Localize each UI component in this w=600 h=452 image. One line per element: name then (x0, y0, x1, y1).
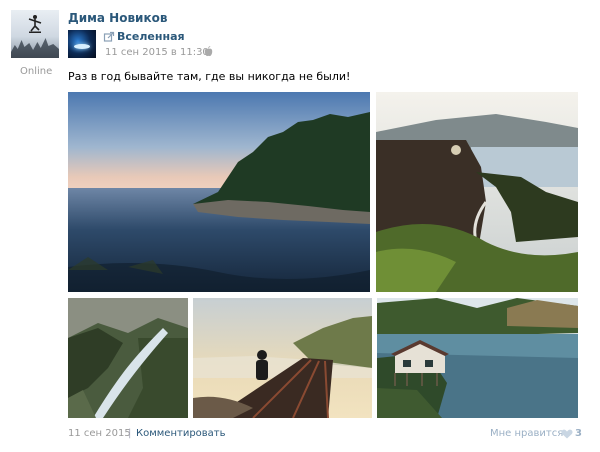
avatar-city-silhouette (11, 38, 59, 58)
comment-link[interactable]: Комментировать (136, 428, 226, 439)
coast-sunset-image (68, 92, 370, 292)
repost-icon (103, 31, 115, 42)
apple-icon (204, 46, 213, 57)
post-date[interactable]: 11 сен 2015 (68, 428, 131, 439)
online-status: Online (20, 66, 53, 77)
planet-icon (74, 44, 90, 49)
photo-river-forest[interactable] (68, 298, 188, 418)
like-button[interactable]: Мне нравится (490, 428, 563, 439)
like-count: 3 (575, 428, 582, 439)
source-name[interactable]: Вселенная (117, 30, 185, 43)
source-avatar[interactable] (68, 30, 96, 58)
person-on-rails-image (193, 298, 372, 418)
river-forest-image (68, 298, 188, 418)
footer-separator: | (128, 428, 132, 439)
photo-person-on-rails[interactable] (193, 298, 372, 418)
photo-coast-sunset[interactable] (68, 92, 370, 292)
photo-lake-house[interactable] (377, 298, 578, 418)
post-text: Раз в год бывайте там, где вы никогда не… (68, 70, 351, 83)
author-avatar[interactable] (11, 10, 59, 58)
lake-house-image (377, 298, 578, 418)
source-time[interactable]: 11 сен 2015 в 11:30 (105, 47, 209, 58)
photo-mountain-road[interactable] (376, 92, 578, 292)
skater-figure (28, 15, 42, 33)
mountain-road-image (376, 92, 578, 292)
heart-icon[interactable] (561, 429, 573, 439)
author-name[interactable]: Дима Новиков (68, 11, 167, 25)
